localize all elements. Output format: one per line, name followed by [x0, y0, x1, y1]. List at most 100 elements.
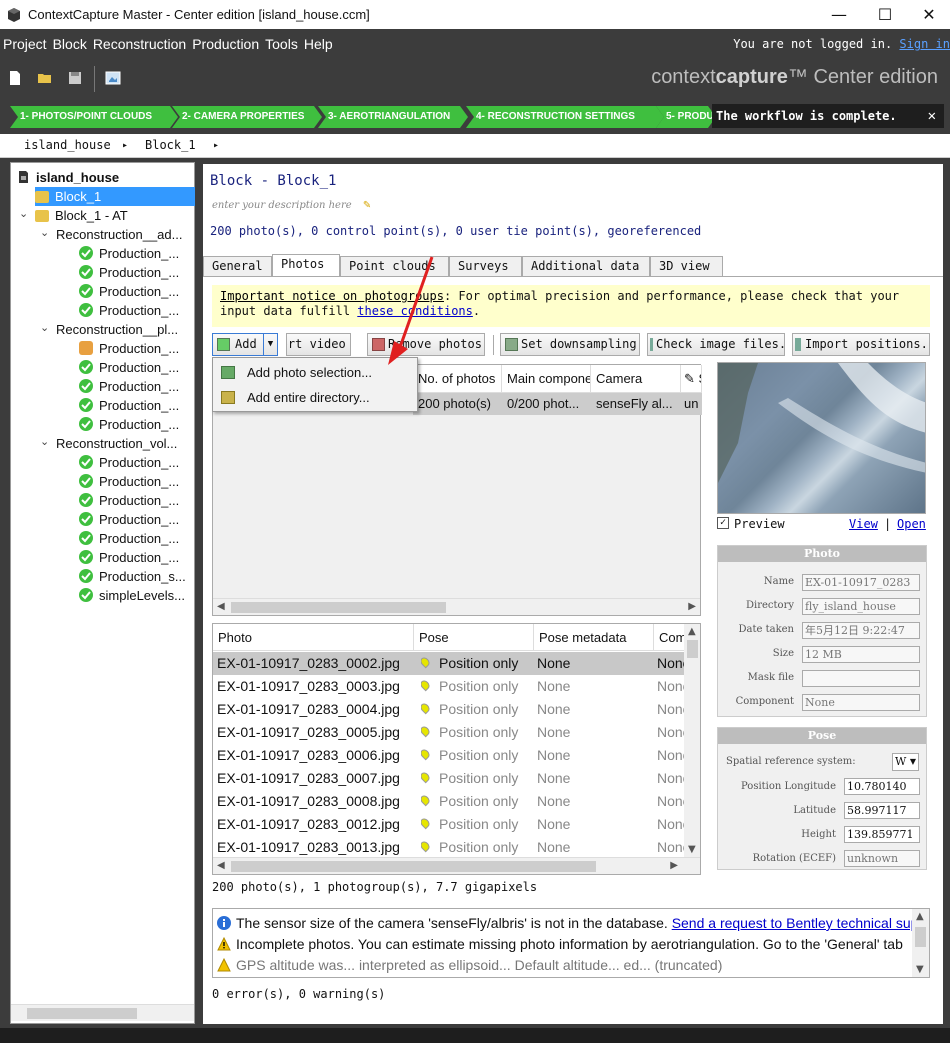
scroll-up-icon[interactable]: ▲ [916, 911, 924, 922]
photo-row[interactable]: EX-01-10917_0283_0002.jpg Position only No… [213, 652, 687, 675]
tree-item[interactable]: Production_... [79, 339, 179, 358]
photogroup-cell[interactable]: 200 photo(s) [413, 393, 502, 415]
scroll-up-icon[interactable]: ▲ [688, 626, 696, 637]
tab-surveys[interactable]: Surveys [449, 256, 522, 276]
save-icon[interactable] [66, 69, 84, 87]
scroll-down-icon[interactable]: ▼ [916, 964, 924, 975]
tab-general[interactable]: General [203, 256, 272, 276]
photogroups-header[interactable]: No. of photos [413, 365, 502, 393]
add-photo-selection-item[interactable]: Add photo selection... [213, 361, 417, 385]
description-field[interactable]: enter your description here ✎ [212, 200, 371, 211]
import-video-button[interactable]: Import video [286, 333, 351, 356]
tree-item[interactable]: Block_1 [35, 187, 195, 206]
tree-item[interactable]: Reconstruction__pl... [56, 320, 178, 339]
new-file-icon[interactable] [6, 69, 24, 87]
view-link[interactable]: View [849, 517, 878, 531]
photogroups-hscrollbar[interactable]: ◀ ▶ [213, 598, 700, 615]
scroll-down-icon[interactable]: ▼ [688, 844, 696, 855]
expand-chevron-icon[interactable]: ⌄ [40, 226, 49, 239]
tree-item[interactable]: Production_... [79, 377, 179, 396]
photo-field-value[interactable]: 12 MB [802, 646, 920, 663]
workflow-step-camera[interactable]: 2- CAMERA PROPERTIES [172, 106, 322, 128]
message-row[interactable]: GPS altitude was... interpreted as ellip… [217, 955, 722, 975]
photos-header[interactable]: Component [654, 624, 685, 651]
photo-row[interactable]: EX-01-10917_0283_0006.jpg Position only No… [213, 744, 687, 767]
expand-chevron-icon[interactable]: ⌄ [40, 321, 49, 334]
photos-header[interactable]: Photo [213, 624, 414, 651]
close-window-button[interactable]: ✕ [906, 0, 950, 29]
tree-item[interactable]: Production_... [79, 396, 179, 415]
tree-item[interactable]: Production_... [79, 301, 179, 320]
add-button[interactable]: Add ▼ [212, 333, 278, 356]
tree-item[interactable]: Reconstruction__ad... [56, 225, 182, 244]
tree-item[interactable]: simpleLevels... [79, 586, 185, 605]
tab-3d-view[interactable]: 3D view [650, 256, 723, 276]
scroll-right-icon[interactable]: ▶ [670, 860, 678, 871]
tree-item[interactable]: Production_... [79, 510, 179, 529]
tree-item[interactable]: Production_... [79, 491, 179, 510]
tree-item[interactable]: Production_... [79, 358, 179, 377]
menu-block[interactable]: Block [50, 36, 90, 52]
pose-field-value[interactable]: 58.997117 [844, 802, 920, 819]
edit-pencil-icon[interactable]: ✎ [363, 200, 371, 211]
photogroups-header[interactable]: ✎ S [681, 365, 702, 393]
tree-hscrollbar[interactable] [11, 1004, 194, 1021]
photos-hscrollbar[interactable]: ◀ ▶ [213, 857, 700, 874]
tree-item[interactable]: Production_... [79, 263, 179, 282]
photo-field-value[interactable]: EX-01-10917_0283 [802, 574, 920, 591]
tree-root[interactable]: island_house [17, 168, 119, 187]
breadcrumb-project[interactable]: island_house [24, 138, 111, 152]
check-image-files-button[interactable]: Check image files... [647, 333, 785, 356]
photo-row[interactable]: EX-01-10917_0283_0007.jpg Position only No… [213, 767, 687, 790]
tree-item[interactable]: Production_... [79, 548, 179, 567]
workflow-step-photos[interactable]: 1- PHOTOS/POINT CLOUDS [10, 106, 178, 128]
add-dropdown-arrow-icon[interactable]: ▼ [263, 334, 277, 355]
photos-header[interactable]: Pose metadata [534, 624, 654, 651]
photo-row[interactable]: EX-01-10917_0283_0004.jpg Position only No… [213, 698, 687, 721]
srs-dropdown-icon[interactable]: ▼ [910, 754, 916, 769]
expand-chevron-icon[interactable]: ⌄ [40, 435, 49, 448]
tab-additional-data[interactable]: Additional data [522, 256, 650, 276]
scroll-right-icon[interactable]: ▶ [688, 601, 696, 612]
photo-field-value[interactable] [802, 670, 920, 687]
photo-row[interactable]: EX-01-10917_0283_0012.jpg Position only No… [213, 813, 687, 836]
photogroup-cell[interactable]: un [681, 393, 702, 415]
messages-vscrollbar[interactable]: ▲ ▼ [912, 909, 929, 977]
settings-panel-icon[interactable] [104, 69, 122, 87]
workflow-step-production[interactable]: 5- PRODU [656, 106, 716, 128]
preview-checkbox[interactable]: ✓ [717, 517, 729, 529]
tab-photos[interactable]: Photos [272, 254, 340, 276]
photo-field-value[interactable]: None [802, 694, 920, 711]
workflow-step-aerotriangulation[interactable]: 3- AEROTRIANGULATION [318, 106, 468, 128]
open-link[interactable]: Open [897, 517, 926, 531]
srs-select[interactable]: W ▼ [892, 753, 919, 771]
photo-row[interactable]: EX-01-10917_0283_0003.jpg Position only No… [213, 675, 687, 698]
photogroup-cell[interactable]: senseFly al... [591, 393, 681, 415]
menu-help[interactable]: Help [301, 36, 336, 52]
photogroups-header[interactable]: Main component [502, 365, 591, 393]
pose-field-value[interactable]: 139.859771 [844, 826, 920, 843]
add-entire-directory-item[interactable]: Add entire directory... [213, 386, 417, 410]
tree-item[interactable]: Production_... [79, 472, 179, 491]
expand-chevron-icon[interactable]: ⌄ [19, 207, 28, 220]
menu-project[interactable]: Project [0, 36, 50, 52]
tree-item[interactable]: Production_s... [79, 567, 186, 586]
menu-production[interactable]: Production [189, 36, 262, 52]
support-request-link[interactable]: Send a request to Bentley technical supp [672, 915, 927, 931]
scroll-left-icon[interactable]: ◀ [217, 860, 225, 871]
breadcrumb-block[interactable]: Block_1 [145, 138, 196, 152]
menu-tools[interactable]: Tools [262, 36, 301, 52]
photo-field-value[interactable]: fly_island_house [802, 598, 920, 615]
scroll-left-icon[interactable]: ◀ [217, 601, 225, 612]
pose-field-value[interactable]: 10.780140 [844, 778, 920, 795]
tree-item[interactable]: Production_... [79, 529, 179, 548]
open-folder-icon[interactable] [36, 69, 54, 87]
photogroup-cell[interactable]: 0/200 phot... [502, 393, 591, 415]
tree-item[interactable]: Reconstruction_vol... [56, 434, 177, 453]
tree-item[interactable]: Block_1 - AT [35, 206, 128, 225]
import-positions-button[interactable]: Import positions... [792, 333, 930, 356]
tree-item[interactable]: Production_... [79, 415, 179, 434]
tab-point-clouds[interactable]: Point clouds [340, 256, 449, 276]
photo-field-value[interactable]: 年5月12日 9:22:47 [802, 622, 920, 639]
conditions-link[interactable]: these conditions [357, 304, 473, 318]
